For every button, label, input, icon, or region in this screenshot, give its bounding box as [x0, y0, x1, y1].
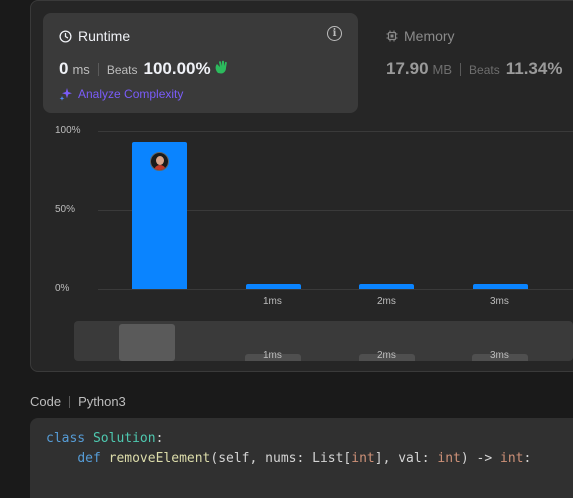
code-token: ) -> [460, 451, 500, 466]
code-token: Solution [92, 431, 156, 446]
gridline [98, 289, 573, 290]
code-token: ], val: [374, 451, 438, 466]
code-header-label: Code [30, 394, 62, 409]
code-token: removeElement [108, 451, 211, 466]
code-language: Python3 [78, 394, 126, 409]
code-header: Code Python3 [30, 394, 126, 409]
code-token: : [523, 451, 532, 466]
avatar [150, 152, 169, 171]
scrubber-label: 1ms [263, 350, 282, 361]
code-viewer[interactable]: class Solution: def removeElement(self, … [30, 418, 573, 498]
code-token: class [46, 431, 93, 446]
y-tick-label: 50% [55, 204, 76, 215]
divider [69, 395, 71, 408]
gridline [98, 131, 573, 132]
scrubber-thumb[interactable] [119, 324, 175, 361]
runtime-distribution-chart: 100% 50% 0% 1ms 2ms 3ms [0, 0, 573, 372]
code-token: : [155, 431, 164, 446]
x-tick-label: 1ms [263, 296, 282, 307]
y-tick-label: 0% [55, 283, 70, 294]
scrubber-label: 2ms [377, 350, 396, 361]
code-line: class Solution: [46, 429, 163, 449]
code-token: int [437, 451, 461, 466]
x-tick-label: 2ms [377, 296, 396, 307]
code-line: def removeElement(self, nums: List[int],… [46, 449, 531, 469]
chart-bar[interactable] [246, 284, 301, 289]
y-tick-label: 100% [55, 125, 81, 136]
code-token: (self, nums: List[ [210, 451, 352, 466]
chart-range-scrubber[interactable]: 1ms 2ms 3ms [74, 321, 573, 361]
chart-bar[interactable] [359, 284, 414, 289]
x-tick-label: 3ms [490, 296, 509, 307]
scrubber-label: 3ms [490, 350, 509, 361]
code-token: def [77, 451, 109, 466]
code-token: int [500, 451, 524, 466]
chart-bar[interactable] [473, 284, 528, 289]
code-token: int [351, 451, 375, 466]
